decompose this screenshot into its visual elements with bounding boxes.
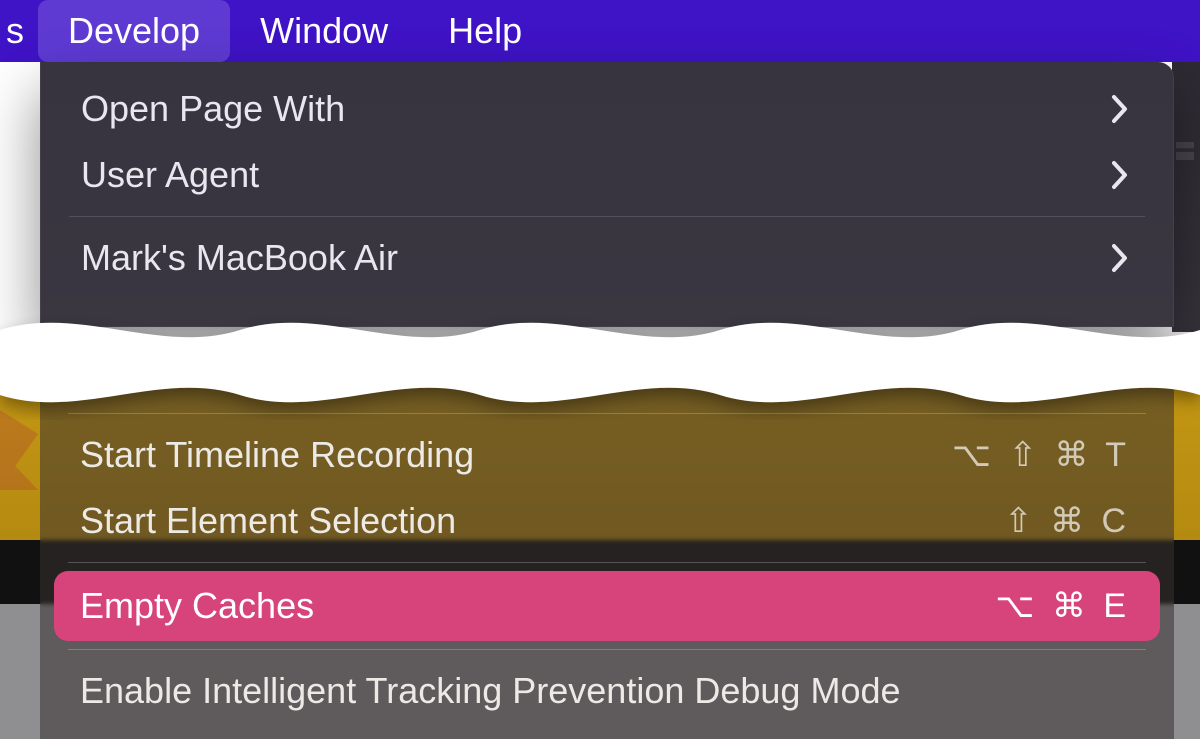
menu-item-label: Start Element Selection xyxy=(80,500,1004,542)
menu-item-label: Enable Intelligent Tracking Prevention D… xyxy=(80,670,1130,712)
develop-menu-dropdown-continued: Start Timeline Recording ⌥ ⇧ ⌘ T Start E… xyxy=(40,350,1174,739)
menu-item-enable-itp-debug[interactable]: Enable Intelligent Tracking Prevention D… xyxy=(40,658,1174,724)
menu-separator xyxy=(68,562,1146,563)
background-window-edge xyxy=(1172,62,1200,332)
menu-item-label: Empty Caches xyxy=(80,585,995,627)
menu-item-label: Mark's MacBook Air xyxy=(81,237,1111,279)
menu-bar: s Develop Window Help xyxy=(0,0,1200,62)
menu-item-user-agent[interactable]: User Agent xyxy=(41,142,1173,208)
chevron-right-icon xyxy=(1111,160,1129,190)
menu-item-empty-caches[interactable]: Empty Caches ⌥ ⌘ E xyxy=(54,571,1160,641)
menu-item-label: Open Page With xyxy=(81,88,1111,130)
menu-item-open-page-with[interactable]: Open Page With xyxy=(41,76,1173,142)
keyboard-shortcut: ⌥ ⌘ E xyxy=(995,586,1130,626)
menu-window[interactable]: Window xyxy=(230,0,418,62)
menu-item-device[interactable]: Mark's MacBook Air xyxy=(41,225,1173,291)
menu-item-label: Start Timeline Recording xyxy=(80,434,952,476)
menu-help[interactable]: Help xyxy=(418,0,552,62)
menu-item-label: User Agent xyxy=(81,154,1111,196)
menu-separator xyxy=(68,413,1146,414)
chevron-right-icon xyxy=(1111,94,1129,124)
menu-develop[interactable]: Develop xyxy=(38,0,230,62)
menu-item-start-timeline-recording[interactable]: Start Timeline Recording ⌥ ⇧ ⌘ T xyxy=(40,422,1174,488)
menu-separator xyxy=(69,216,1145,217)
keyboard-shortcut: ⌥ ⇧ ⌘ T xyxy=(952,435,1130,475)
keyboard-shortcut: ⇧ ⌘ C xyxy=(1004,501,1130,541)
menubar-truncated-prev: s xyxy=(0,10,38,52)
develop-menu-dropdown: Open Page With User Agent Mark's MacBook… xyxy=(40,62,1174,327)
menu-separator xyxy=(68,649,1146,650)
chevron-right-icon xyxy=(1111,243,1129,273)
menu-item-start-element-selection[interactable]: Start Element Selection ⇧ ⌘ C xyxy=(40,488,1174,554)
